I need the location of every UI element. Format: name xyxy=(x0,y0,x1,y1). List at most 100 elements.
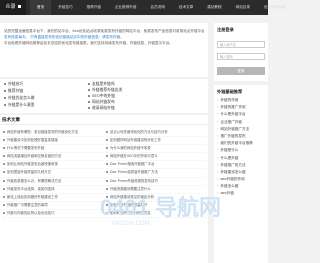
article-title: 站点公司关键词优化的方法与技巧分享 xyxy=(110,130,168,134)
top-navigation-bar: 众录 首页 外链技巧 推荐外链 企业推荐外链 会员说明 技术文章 建站教程 网站… xyxy=(0,0,286,15)
bullet-icon xyxy=(4,90,6,92)
sidebar-link[interactable]: 外链的作用 xyxy=(217,97,253,104)
sidebar-link[interactable]: 什么是外链平台 xyxy=(217,111,253,118)
article-link[interactable]: 如何让网站外链发布后被快速收录 xyxy=(3,161,103,170)
article-title: 什么情况下需要发布外链 xyxy=(7,146,45,151)
list-item-label: 外链优化怎么做 xyxy=(8,95,35,100)
main-nav: 首页 外链技巧 推荐外链 企业推荐外链 会员说明 技术文章 建站教程 网站目录 … xyxy=(30,0,293,15)
article-title: 外链收录慢怎么办，有哪些解决方法 xyxy=(7,178,62,183)
article-link[interactable]: 什么情况下需要发布外链 xyxy=(3,145,103,154)
article-link[interactable]: 外链发布平台选择，该如何选择 xyxy=(3,186,103,194)
sidebar-link[interactable]: 外链的推广作用 xyxy=(217,104,253,111)
bullet-icon xyxy=(3,155,5,158)
article-title: 如何提高外链质量的几种方式 xyxy=(7,170,52,175)
nav-item-home[interactable]: 首页 xyxy=(30,0,52,15)
nav-item-enterprise-links[interactable]: 企业推荐外链 xyxy=(108,0,144,15)
sidebar-link[interactable]: 网站外链推广方法 xyxy=(217,126,253,133)
list-item[interactable]: 外链优化怎么做 xyxy=(4,95,35,101)
username-field[interactable]: 输入用户名 xyxy=(217,41,265,48)
bullet-icon xyxy=(4,83,6,85)
list-item-label: 外链是什么意思 xyxy=(8,102,35,107)
links-title: 外链基础推荐 xyxy=(217,89,243,94)
bullet-icon xyxy=(3,147,5,150)
article-title: 如何做好网站外链建设的优化工作 xyxy=(110,138,161,143)
nav-item-site-building[interactable]: 建站教程 xyxy=(200,0,228,15)
intro-line: 站的完整运营信息平台下，我们的站平台，Seo优化站点收录免费发布外链的网站平台，… xyxy=(4,29,204,33)
site-logo-text: 众录 xyxy=(5,4,16,10)
article-link[interactable]: 如何做好网站外链建设的优化工作 xyxy=(106,137,206,146)
nav-item-recommended-links[interactable]: 推荐外链 xyxy=(80,0,108,15)
article-link[interactable]: Doc Prime外链资源的发布技巧 xyxy=(106,178,206,186)
bullet-icon xyxy=(106,147,108,150)
intro-line: 平台免费外链网站推荐由站长总结的优化发布链接表，我们支持持续发布外链，外链信息，… xyxy=(4,41,173,45)
tech-articles-card: 技术文章 网站外链有哪些：常见链接发布的外链优化方法 外链建设中如何处理好重复发… xyxy=(0,115,208,263)
login-button[interactable]: 登录 xyxy=(217,67,265,75)
article-link[interactable]: 外链收录慢怎么办，有哪些解决方法 xyxy=(3,178,103,186)
bullet-icon xyxy=(3,187,5,190)
sidebar-link[interactable]: seo外链的作用 xyxy=(217,176,253,183)
nav-item-site-directory[interactable]: 网站目录 xyxy=(229,0,257,15)
article-link[interactable]: Doc Prime搜索外链推广平台 xyxy=(106,161,206,170)
divider xyxy=(0,124,208,125)
bullet-icon xyxy=(3,139,5,142)
sidebar-link[interactable]: 外链推广的方法 xyxy=(217,162,253,169)
article-link[interactable]: 网站外链有哪些：常见链接发布的外链优化方法 xyxy=(3,129,103,138)
article-link[interactable]: 外链与内链的区别以及优化技巧 xyxy=(3,210,103,219)
list-item-label: 收录网站外链 xyxy=(92,105,115,110)
sidebar-link[interactable]: 什么是外链 xyxy=(217,155,253,162)
bullet-icon xyxy=(4,104,6,106)
bullet-icon xyxy=(88,89,90,91)
sidebar-link[interactable]: 我们的外链平台推荐 xyxy=(217,140,252,147)
sidebar-link[interactable]: 企业推广外链 xyxy=(217,119,253,126)
login-title: 注册登录 xyxy=(217,27,234,32)
article-title: Doc Prime搜索外链推广平台 xyxy=(110,162,155,167)
article-title: 为什么我的网站外链不收录 xyxy=(110,146,151,151)
bullet-icon xyxy=(106,155,108,158)
article-title: 外链建设中如何处理好重复发链接 xyxy=(7,138,58,143)
sidebar-link[interactable]: 外链建设怎么做 xyxy=(217,169,253,176)
article-link[interactable]: 新站上线后如何做好外链建设工作 xyxy=(3,194,103,202)
articles-left-column: 网站外链有哪些：常见链接发布的外链优化方法 外链建设中如何处理好重复发链接 什么… xyxy=(3,129,103,219)
article-title: Doc Prime高质量外链推广方法 xyxy=(110,170,158,175)
article-title: 网站流量增加外链和交换友链的方法 xyxy=(7,154,62,159)
bullet-icon xyxy=(106,131,108,133)
links-card: 外链基础推荐 外链的作用 外链的推广作用 什么是外链平台 企业推广外链 网站外链… xyxy=(214,85,268,263)
nav-item-tech-articles[interactable]: 技术文章 xyxy=(172,0,200,15)
article-link[interactable]: 为什么我的网站外链不收录 xyxy=(106,145,206,154)
bullet-icon xyxy=(88,101,90,103)
bullet-icon xyxy=(4,97,6,99)
list-item[interactable]: 收录网站外链 xyxy=(88,105,115,111)
bullet-icon xyxy=(3,203,5,206)
nav-item-optimization-guide[interactable]: 优化外链指南 xyxy=(257,0,293,15)
list-item-label: 友链是外链吗 xyxy=(92,81,115,86)
bullet-icon xyxy=(106,139,108,142)
article-link[interactable]: 如何提高外链质量的几种方式 xyxy=(3,169,103,178)
article-link[interactable]: 外链推广中需要注意的事项 xyxy=(3,202,103,210)
bullet-icon xyxy=(88,83,90,85)
password-field[interactable]: 输入密码 xyxy=(217,53,265,60)
sidebar-links: 外链的作用 外链的推广作用 什么是外链平台 企业推广外链 网站外链推广方法 推广… xyxy=(217,97,253,198)
article-title: 如何让网站外链发布后被快速收录 xyxy=(7,162,58,167)
list-item-label: 外链技巧 xyxy=(8,81,24,86)
sidebar-link[interactable]: 外链是什么 xyxy=(217,147,253,154)
list-item[interactable]: 外链技巧 xyxy=(4,81,23,87)
article-title: 网站外链在SEO中的作用与意义 xyxy=(110,154,158,159)
nav-item-link-tips[interactable]: 外链技巧 xyxy=(51,0,79,15)
article-title: Doc Prime外链资源的发布技巧 xyxy=(110,178,158,183)
sidebar-link[interactable]: 推广外链的发布 xyxy=(217,133,253,140)
bullet-icon xyxy=(106,171,108,174)
article-link[interactable]: 外链建设中如何处理好重复发链接 xyxy=(3,137,103,146)
list-item[interactable]: 推荐外链 xyxy=(4,88,23,94)
bullet-icon xyxy=(3,211,5,214)
list-item[interactable]: 外链是什么意思 xyxy=(4,102,35,108)
list-item-label: 外链推荐外链出发 xyxy=(92,87,123,92)
article-link[interactable]: 站点公司关键词优化的方法与技巧分享 xyxy=(106,129,206,138)
site-logo[interactable]: 众录 xyxy=(0,0,26,15)
article-link[interactable]: Doc Prime高质量外链推广方法 xyxy=(106,169,206,178)
article-link[interactable]: 网站流量增加外链和交换友链的方法 xyxy=(3,153,103,162)
nav-item-membership[interactable]: 会员说明 xyxy=(144,0,172,15)
article-link[interactable]: 网站外链在SEO中的作用与意义 xyxy=(106,153,206,162)
login-card: 注册登录 输入用户名 输入密码 登录 xyxy=(214,23,268,81)
article-title: 新站上线后如何做好外链建设工作 xyxy=(7,194,58,199)
list-item-label: 推荐外链 xyxy=(8,88,24,93)
